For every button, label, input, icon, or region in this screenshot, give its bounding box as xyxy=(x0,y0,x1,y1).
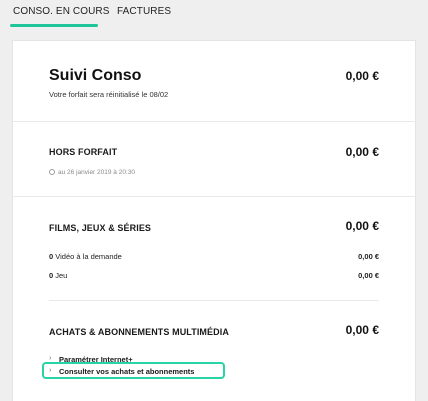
section-divider xyxy=(49,300,379,301)
tab-factures[interactable]: FACTURES xyxy=(117,6,171,17)
vod-label: Vidéo à la demande xyxy=(55,252,122,261)
hors-forfait-date-text: au 26 janvier 2019 à 20:30 xyxy=(58,169,135,176)
reset-date-text: Votre forfait sera réinitialisé le 08/02 xyxy=(49,90,169,99)
consumption-card: Suivi Conso Votre forfait sera réinitial… xyxy=(12,40,417,401)
tab-bar: CONSO. EN COURS FACTURES xyxy=(0,0,428,28)
jeu-amount: 0,00 € xyxy=(358,271,379,280)
vod-count: 0 xyxy=(49,252,54,261)
tab-conso-en-cours[interactable]: CONSO. EN COURS xyxy=(13,6,110,17)
films-section-amount: 0,00 € xyxy=(345,219,379,233)
clock-icon xyxy=(49,169,55,175)
list-item-vod: 0 Vidéo à la demande xyxy=(49,252,122,261)
consulter-achats-link[interactable]: › Consulter vos achats et abonnements xyxy=(49,367,195,376)
chevron-right-icon: › xyxy=(49,355,52,362)
achats-section-amount: 0,00 € xyxy=(345,323,379,337)
page-title: Suivi Conso xyxy=(49,67,142,84)
active-tab-indicator xyxy=(10,24,98,27)
jeu-count: 0 xyxy=(49,271,54,280)
achats-section-title: ACHATS & ABONNEMENTS MULTIMÉDIA xyxy=(49,327,229,337)
consulter-achats-label: Consulter vos achats et abonnements xyxy=(59,367,195,376)
section-divider xyxy=(13,196,417,197)
vod-amount: 0,00 € xyxy=(358,252,379,261)
hors-forfait-title: HORS FORFAIT xyxy=(49,147,118,157)
total-amount: 0,00 € xyxy=(345,69,379,83)
list-item-jeu: 0 Jeu xyxy=(49,271,67,280)
hors-forfait-amount: 0,00 € xyxy=(345,145,379,159)
section-divider xyxy=(13,121,417,122)
films-section-title: FILMS, JEUX & SÉRIES xyxy=(49,223,152,233)
jeu-label: Jeu xyxy=(55,271,68,280)
hors-forfait-date: au 26 janvier 2019 à 20:30 xyxy=(49,169,135,176)
chevron-right-icon: › xyxy=(49,367,52,374)
